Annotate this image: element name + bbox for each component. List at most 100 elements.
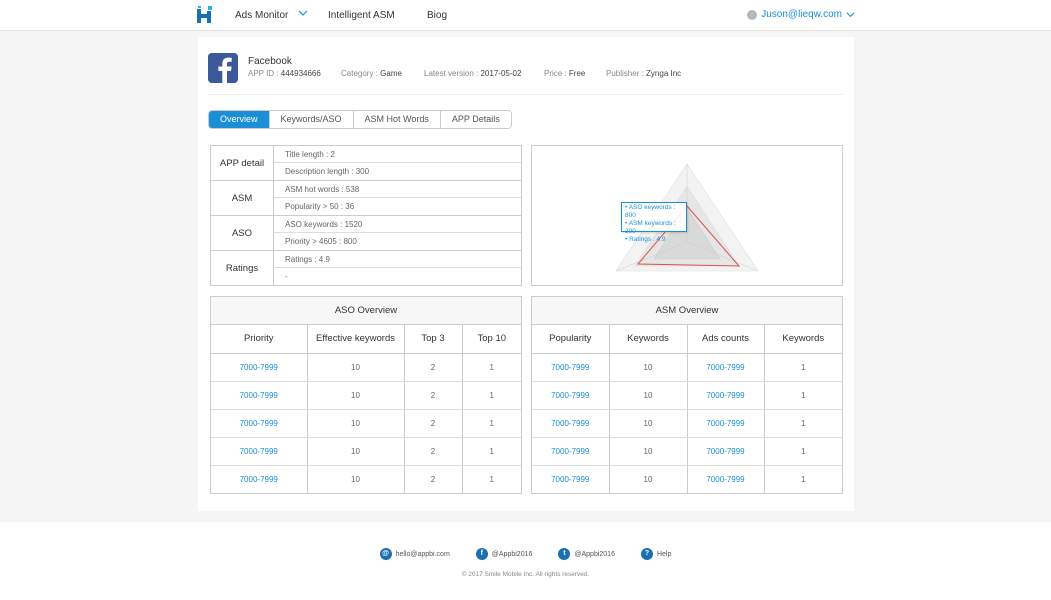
table-row: 7000-7999 10 2 1 bbox=[211, 353, 521, 382]
popularity-link[interactable]: 7000-7999 bbox=[532, 353, 610, 382]
detail-value: Priority > 4605 : 800 bbox=[285, 237, 357, 246]
table-cell: 10 bbox=[609, 437, 688, 466]
radar-chart[interactable]: • ASO keywords : 800 • ASM keywords : 20… bbox=[531, 145, 843, 286]
app-price: Price : Free bbox=[544, 69, 586, 78]
table-cell: 2 bbox=[404, 437, 463, 466]
priority-link[interactable]: 7000-7999 bbox=[211, 353, 308, 382]
table-cell: 2 bbox=[404, 409, 463, 438]
column-header[interactable]: Top 3 bbox=[404, 325, 463, 354]
popularity-link[interactable]: 7000-7999 bbox=[532, 437, 610, 466]
table-cell: 1 bbox=[489, 474, 494, 484]
table-cell: 2 bbox=[404, 465, 463, 493]
app-id: APP ID : 444934666 bbox=[248, 69, 321, 78]
aso-overview-table: ASO Overview Priority Effective keywords… bbox=[210, 296, 522, 494]
table-cell: 2 bbox=[404, 353, 463, 382]
priority-link[interactable]: 7000-7999 bbox=[211, 381, 308, 410]
twitter-icon: t bbox=[558, 548, 571, 560]
app-version: Latest version : 2017-05-02 bbox=[424, 69, 522, 78]
column-header[interactable]: Popularity bbox=[532, 325, 610, 354]
ads-counts-link[interactable]: 7000-7999 bbox=[687, 409, 765, 438]
column-header[interactable]: Effective keywords bbox=[307, 325, 405, 354]
table-cell: 10 bbox=[609, 353, 688, 382]
app-name: Facebook bbox=[248, 56, 292, 67]
table-cell: 1 bbox=[462, 437, 521, 466]
footer-help: Help bbox=[656, 550, 672, 558]
avatar bbox=[747, 9, 758, 20]
table-row: 7000-7999 10 7000-7999 1 bbox=[532, 437, 842, 466]
priority-link[interactable]: 7000-7999 bbox=[211, 437, 308, 466]
nav-ads-monitor[interactable]: Ads Monitor bbox=[235, 10, 288, 21]
chevron-down-icon[interactable] bbox=[298, 8, 308, 18]
footer-facebook: @Appbi2016 bbox=[491, 550, 533, 558]
detail-value: Description length : 300 bbox=[285, 167, 370, 176]
detail-label: ASO bbox=[211, 216, 274, 250]
chevron-down-icon bbox=[846, 12, 855, 18]
aso-table: Priority Effective keywords Top 3 Top 10… bbox=[211, 325, 521, 493]
app-detail-table: APP detail Title length : 2 Description … bbox=[210, 145, 522, 286]
tab-keywords-aso[interactable]: Keywords/ASO bbox=[269, 111, 354, 128]
table-row: 7000-7999 10 2 1 bbox=[211, 465, 521, 493]
asm-overview-title: ASM Overview bbox=[532, 297, 842, 325]
detail-group-app: APP detail Title length : 2 Description … bbox=[211, 146, 521, 181]
detail-value: ASO keywords : 1520 bbox=[274, 216, 521, 233]
table-cell: 10 bbox=[307, 353, 405, 382]
priority-link[interactable]: 7000-7999 bbox=[211, 465, 308, 493]
popularity-link[interactable]: 7000-7999 bbox=[532, 409, 610, 438]
table-row: 7000-7999 10 2 1 bbox=[211, 409, 521, 438]
tab-asm-hot-words[interactable]: ASM Hot Words bbox=[353, 111, 441, 128]
column-header[interactable]: Top 10 bbox=[462, 325, 521, 354]
facebook-app-icon bbox=[208, 53, 238, 83]
table-row: 7000-7999 10 2 1 bbox=[211, 437, 521, 466]
column-header[interactable]: Ads counts bbox=[687, 325, 765, 354]
help-icon: ? bbox=[640, 548, 653, 560]
footer-email-link[interactable]: @ hello@appbi.com bbox=[379, 548, 450, 560]
main-card: Facebook APP ID : 444934666 Category : G… bbox=[198, 37, 854, 511]
tab-overview[interactable]: Overview bbox=[209, 111, 270, 128]
detail-group-ratings: Ratings Ratings : 4.9 - bbox=[211, 251, 521, 285]
app-category: Category : Game bbox=[341, 69, 402, 78]
popularity-link[interactable]: 7000-7999 bbox=[532, 465, 610, 493]
tooltip-line: • ASM keywords : 200 bbox=[625, 220, 676, 235]
detail-group-asm: ASM ASM hot words : 538 Popularity > 50 … bbox=[211, 181, 521, 216]
table-cell: 2 bbox=[404, 381, 463, 410]
tab-app-details[interactable]: APP Details bbox=[440, 111, 511, 128]
appbi-logo-icon[interactable] bbox=[196, 6, 214, 24]
ads-counts-link[interactable]: 7000-7999 bbox=[687, 465, 765, 493]
footer-twitter-link[interactable]: t @Appbi2016 bbox=[558, 548, 615, 560]
table-cell: 10 bbox=[609, 381, 688, 410]
column-header[interactable]: Priority bbox=[211, 325, 308, 354]
table-cell: 1 bbox=[462, 381, 521, 410]
priority-link[interactable]: 7000-7999 bbox=[211, 409, 308, 438]
column-header[interactable]: Keywords bbox=[764, 325, 842, 354]
ads-counts-link[interactable]: 7000-7999 bbox=[687, 381, 765, 410]
table-cell: 1 bbox=[462, 353, 521, 382]
table-cell: 10 bbox=[307, 465, 405, 493]
user-menu[interactable]: Juson@lieqw.com bbox=[747, 9, 855, 20]
aso-overview-title: ASO Overview bbox=[211, 297, 521, 325]
table-row: 7000-7999 10 7000-7999 1 bbox=[532, 353, 842, 382]
nav-intelligent-asm[interactable]: Intelligent ASM bbox=[328, 10, 395, 21]
facebook-icon: f bbox=[475, 548, 488, 560]
ads-counts-link[interactable]: 7000-7999 bbox=[687, 437, 765, 466]
asm-table: Popularity Keywords Ads counts Keywords … bbox=[532, 325, 842, 493]
app-publisher: Publisher : Zynga Inc bbox=[606, 69, 682, 78]
ads-counts-link[interactable]: 7000-7999 bbox=[687, 353, 765, 382]
footer-links: @ hello@appbi.com f @Appbi2016 t @Appbi2… bbox=[0, 548, 1051, 560]
footer-email: hello@appbi.com bbox=[395, 550, 450, 558]
table-cell: 10 bbox=[307, 409, 405, 438]
table-cell: 1 bbox=[764, 409, 842, 438]
table-row: 7000-7999 10 7000-7999 1 bbox=[532, 409, 842, 438]
column-header[interactable]: Keywords bbox=[609, 325, 688, 354]
user-email: Juson@lieqw.com bbox=[761, 9, 842, 20]
popularity-link[interactable]: 7000-7999 bbox=[532, 381, 610, 410]
table-cell: 1 bbox=[764, 381, 842, 410]
nav-blog[interactable]: Biog bbox=[427, 10, 447, 21]
table-cell: 1 bbox=[462, 409, 521, 438]
table-cell: 10 bbox=[307, 381, 405, 410]
detail-label: ASM bbox=[211, 181, 274, 215]
table-row: 7000-7999 10 7000-7999 1 bbox=[532, 465, 842, 493]
email-icon: @ bbox=[379, 548, 392, 560]
footer-facebook-link[interactable]: f @Appbi2016 bbox=[475, 548, 533, 560]
radar-chart-svg bbox=[615, 163, 759, 272]
footer-help-link[interactable]: ? Help bbox=[640, 548, 672, 560]
